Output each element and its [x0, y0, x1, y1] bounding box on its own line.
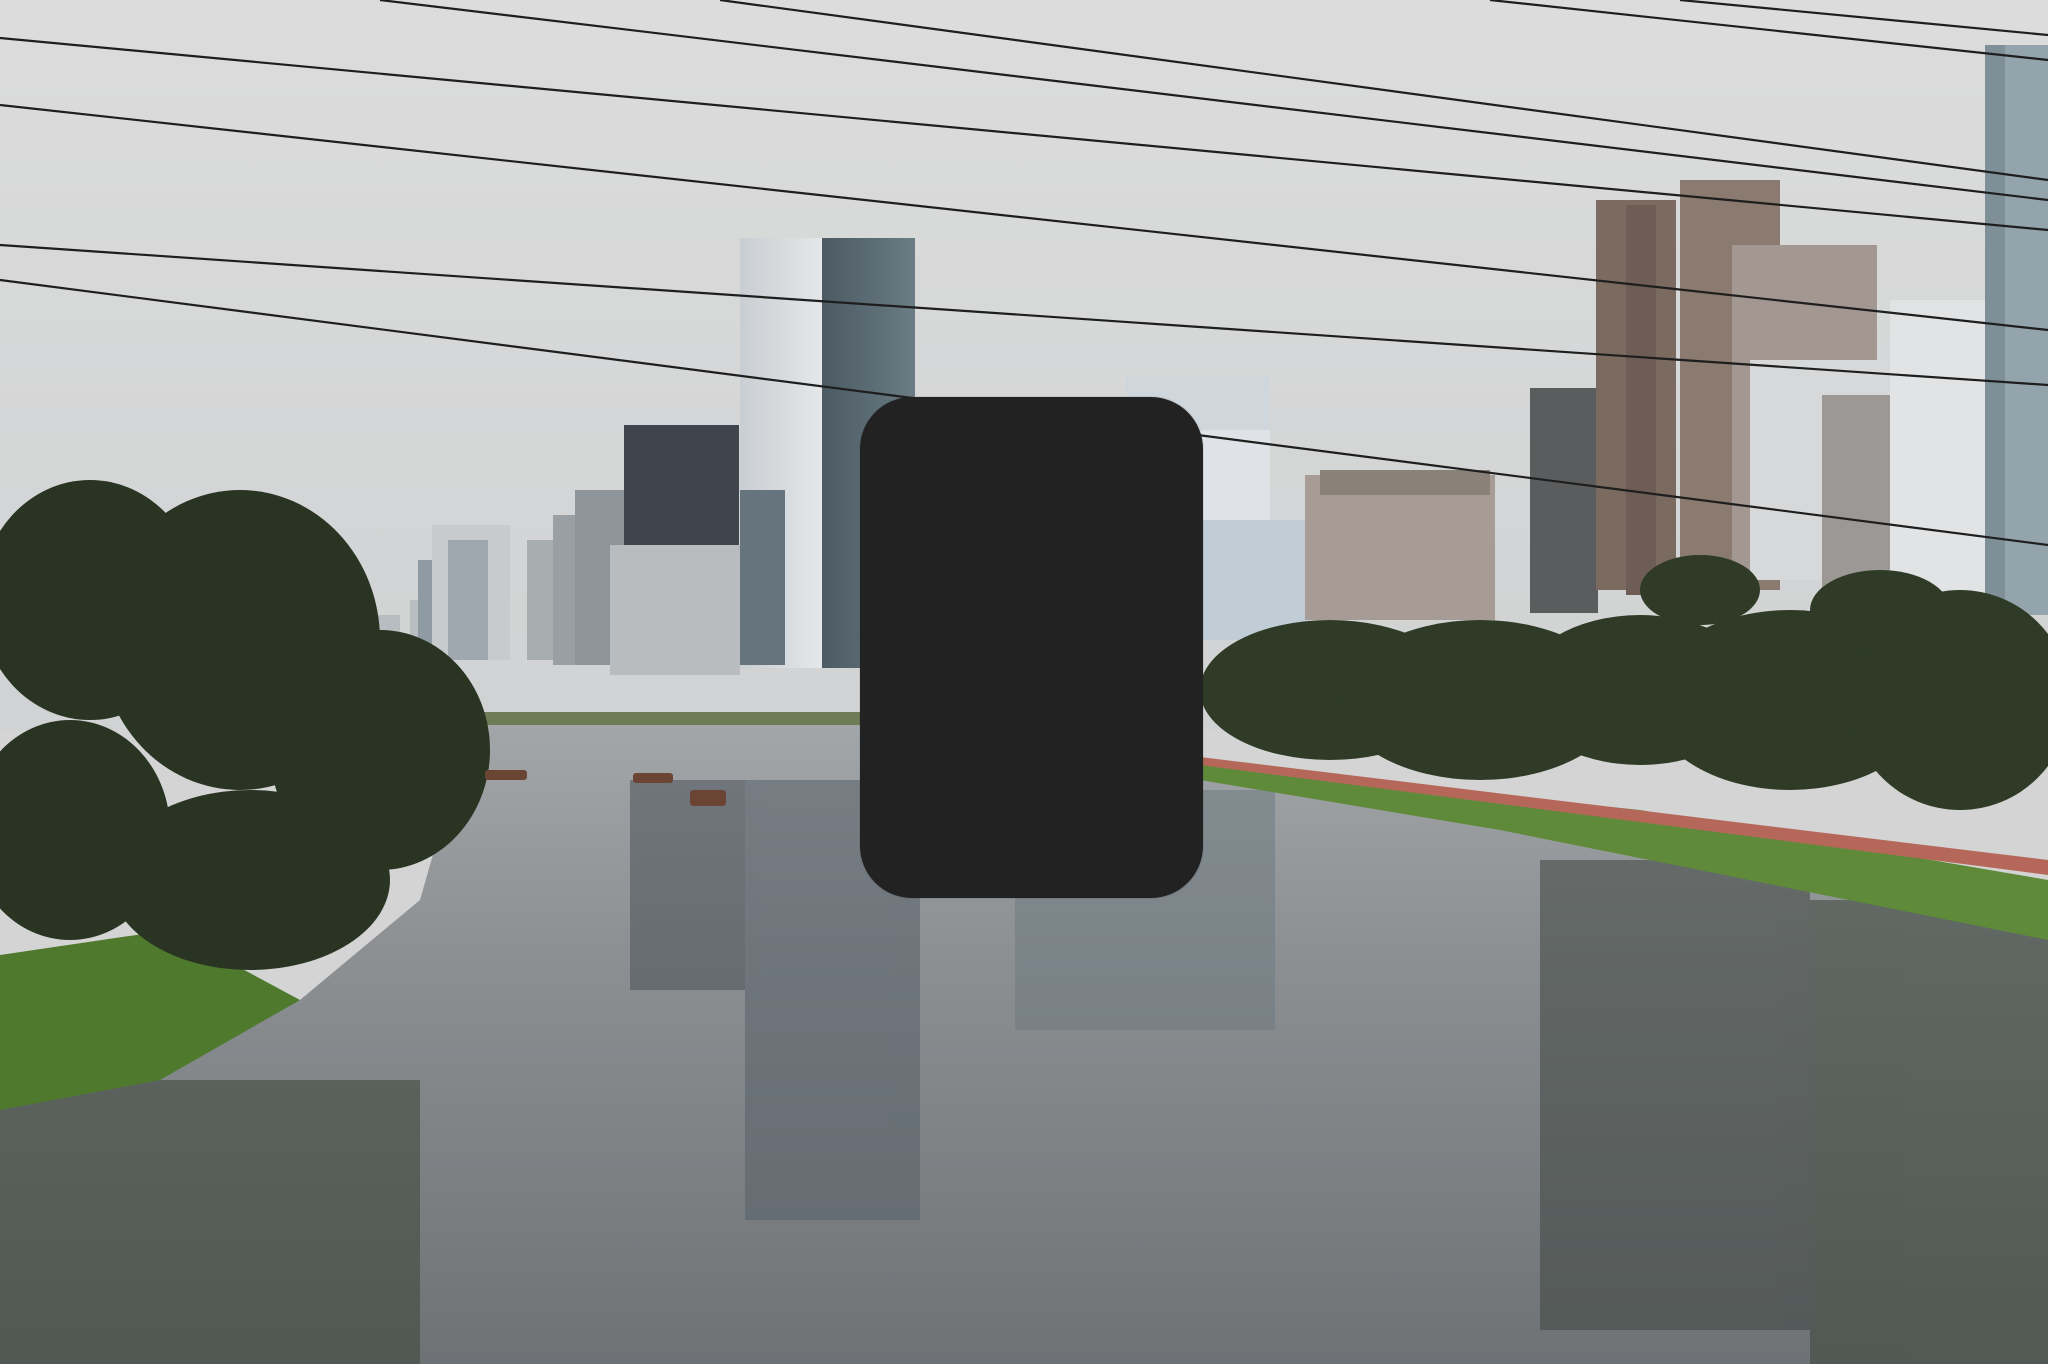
redaction-overlay	[860, 397, 1203, 898]
